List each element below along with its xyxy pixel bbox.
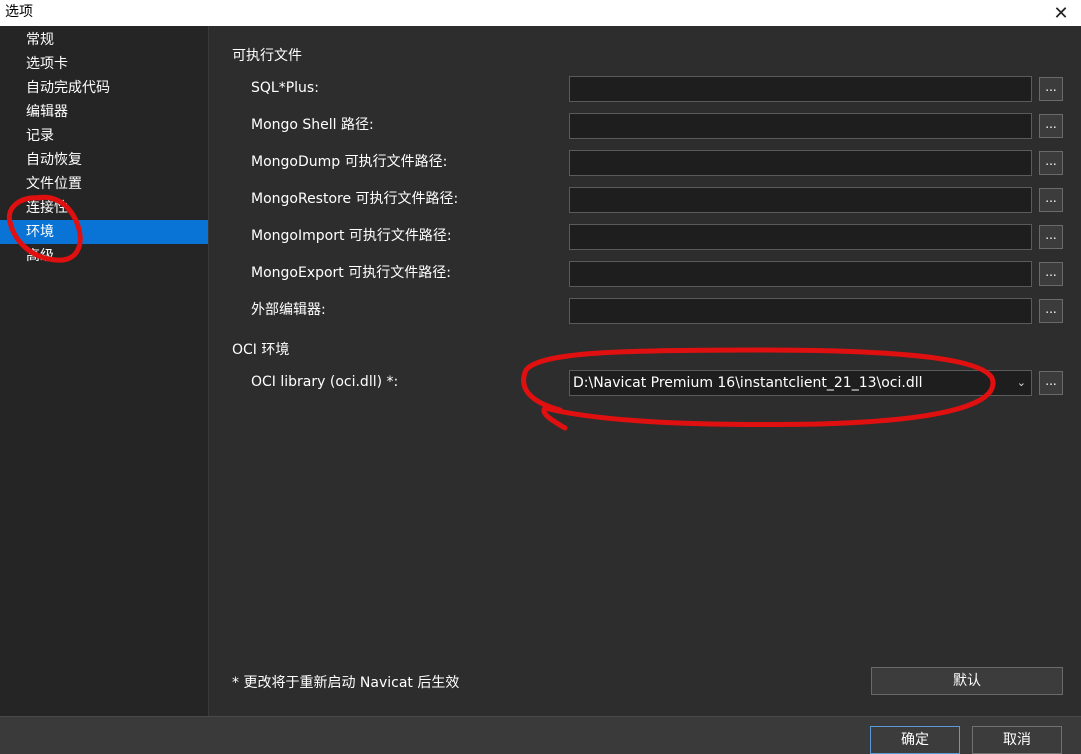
- window-title: 选项: [5, 4, 33, 20]
- mongoimport-label: MongoImport 可执行文件路径:: [251, 228, 452, 244]
- sidebar-item-connectivity[interactable]: 连接性: [0, 196, 208, 220]
- sidebar-item-logging[interactable]: 记录: [0, 124, 208, 148]
- sidebar-item-advanced[interactable]: 高级: [0, 244, 208, 268]
- executables-section-title: 可执行文件: [232, 48, 302, 64]
- main-panel: 可执行文件 SQL*Plus: ... Mongo Shell 路径: ... …: [209, 26, 1081, 716]
- mongo-shell-label: Mongo Shell 路径:: [251, 117, 374, 133]
- sqlplus-input[interactable]: [569, 76, 1032, 102]
- sidebar-item-editor[interactable]: 编辑器: [0, 100, 208, 124]
- mongodump-browse-button[interactable]: ...: [1039, 151, 1063, 175]
- sidebar: 常规 选项卡 自动完成代码 编辑器 记录 自动恢复 文件位置 连接性 环境 高级: [0, 26, 209, 716]
- mongoimport-input[interactable]: [569, 224, 1032, 250]
- mongoexport-label: MongoExport 可执行文件路径:: [251, 265, 451, 281]
- mongodump-label: MongoDump 可执行文件路径:: [251, 154, 448, 170]
- external-editor-input[interactable]: [569, 298, 1032, 324]
- mongoexport-input[interactable]: [569, 261, 1032, 287]
- mongodump-input[interactable]: [569, 150, 1032, 176]
- oci-library-browse-button[interactable]: ...: [1039, 371, 1063, 395]
- mongoexport-browse-button[interactable]: ...: [1039, 262, 1063, 286]
- title-bar: 选项 ✕: [0, 0, 1081, 26]
- sidebar-item-general[interactable]: 常规: [0, 28, 208, 52]
- oci-library-label: OCI library (oci.dll) *:: [251, 374, 399, 390]
- sidebar-item-file-location[interactable]: 文件位置: [0, 172, 208, 196]
- ok-button[interactable]: 确定: [870, 726, 960, 754]
- oci-section-title: OCI 环境: [232, 342, 290, 358]
- mongoimport-browse-button[interactable]: ...: [1039, 225, 1063, 249]
- mongorestore-browse-button[interactable]: ...: [1039, 188, 1063, 212]
- dialog-button-bar: 确定 取消: [0, 716, 1081, 754]
- external-editor-label: 外部编辑器:: [251, 302, 326, 318]
- oci-library-value: D:\Navicat Premium 16\instantclient_21_1…: [573, 375, 923, 391]
- close-icon[interactable]: ✕: [1041, 0, 1081, 26]
- options-dialog: 选项 ✕ 常规 选项卡 自动完成代码 编辑器 记录 自动恢复 文件位置 连接性 …: [0, 0, 1081, 754]
- default-button[interactable]: 默认: [871, 667, 1063, 695]
- external-editor-browse-button[interactable]: ...: [1039, 299, 1063, 323]
- sidebar-item-autorecover[interactable]: 自动恢复: [0, 148, 208, 172]
- sqlplus-label: SQL*Plus:: [251, 80, 319, 96]
- mongo-shell-input[interactable]: [569, 113, 1032, 139]
- sidebar-item-environment[interactable]: 环境: [0, 220, 208, 244]
- mongo-shell-browse-button[interactable]: ...: [1039, 114, 1063, 138]
- sidebar-item-tabs[interactable]: 选项卡: [0, 52, 208, 76]
- restart-footnote: * 更改将于重新启动 Navicat 后生效: [232, 675, 460, 691]
- oci-library-combobox[interactable]: D:\Navicat Premium 16\instantclient_21_1…: [569, 370, 1032, 396]
- chevron-down-icon[interactable]: ⌄: [1017, 371, 1026, 395]
- cancel-button[interactable]: 取消: [972, 726, 1062, 754]
- sidebar-item-autocomplete[interactable]: 自动完成代码: [0, 76, 208, 100]
- mongorestore-label: MongoRestore 可执行文件路径:: [251, 191, 459, 207]
- mongorestore-input[interactable]: [569, 187, 1032, 213]
- sqlplus-browse-button[interactable]: ...: [1039, 77, 1063, 101]
